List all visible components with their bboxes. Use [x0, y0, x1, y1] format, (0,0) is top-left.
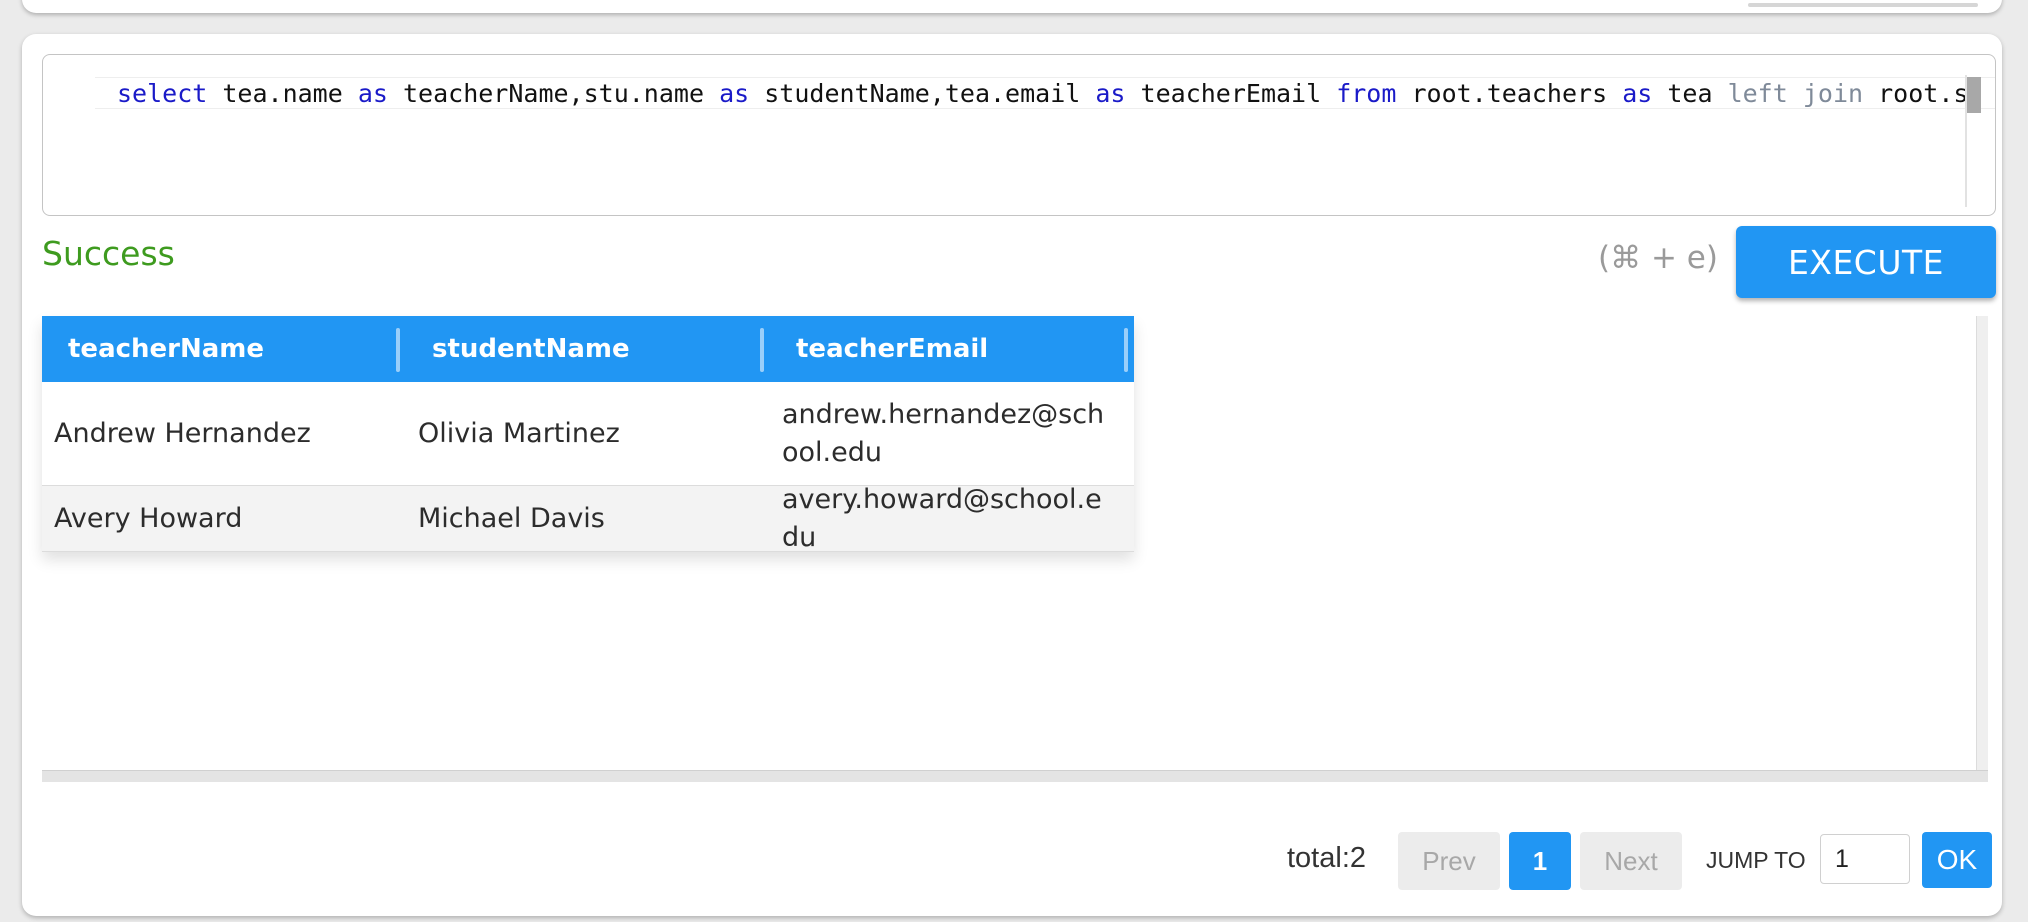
- table-cell: Avery Howard: [54, 502, 243, 534]
- execute-shortcut-hint: (⌘ + e): [1598, 240, 1718, 276]
- column-header-label: teacherName: [68, 334, 265, 364]
- previous-card-control: [1748, 3, 1978, 7]
- jump-to-page-input[interactable]: [1820, 834, 1910, 884]
- sql-keyword: left: [1727, 79, 1788, 108]
- sql-text: tea: [1652, 79, 1728, 108]
- column-header[interactable]: teacherEmail: [770, 316, 1134, 382]
- table-cell: andrew.hernandez@school.edu: [782, 398, 1105, 468]
- sql-keyword: as: [357, 79, 388, 108]
- sql-text: root.teachers: [1396, 79, 1623, 108]
- sql-keyword: as: [719, 79, 750, 108]
- table-row: Avery Howard Michael Davis avery.howard@…: [42, 483, 1134, 553]
- next-page-button[interactable]: Next: [1580, 832, 1682, 890]
- sql-text: teacherName,stu.name: [387, 79, 720, 108]
- table-cell: Andrew Hernandez: [54, 417, 311, 449]
- sql-keyword: as: [1622, 79, 1653, 108]
- sql-keyword: select: [117, 79, 208, 108]
- previous-card-edge: [22, 0, 2002, 13]
- sql-text: studentName,tea.email: [749, 79, 1096, 108]
- table-header: teacherName studentName teacherEmail: [42, 316, 1134, 382]
- page-number-button[interactable]: 1: [1509, 832, 1571, 890]
- sql-keyword: as: [1095, 79, 1126, 108]
- table-cell: Olivia Martinez: [418, 417, 620, 449]
- column-header-label: teacherEmail: [796, 334, 989, 364]
- sql-text: tea.name: [207, 79, 358, 108]
- execute-button[interactable]: EXECUTE: [1736, 226, 1996, 298]
- column-resize-handle[interactable]: [396, 328, 400, 372]
- results-vertical-scrollbar[interactable]: [1976, 316, 1988, 770]
- results-horizontal-scrollbar[interactable]: [42, 770, 1988, 782]
- sql-code[interactable]: select tea.name as teacherName,stu.name …: [117, 79, 1984, 109]
- results-panel: teacherName studentName teacherEmail And…: [42, 316, 1988, 782]
- jump-ok-button[interactable]: OK: [1922, 832, 1992, 888]
- query-card: select tea.name as teacherName,stu.name …: [22, 34, 2002, 916]
- column-resize-handle[interactable]: [760, 328, 764, 372]
- prev-page-button[interactable]: Prev: [1398, 832, 1500, 890]
- column-resize-handle[interactable]: [1124, 328, 1128, 372]
- status-message: Success: [42, 234, 175, 273]
- column-header-label: studentName: [432, 334, 630, 364]
- table-row: Andrew Hernandez Olivia Martinez andrew.…: [42, 382, 1134, 486]
- jump-to-label: JUMP TO: [1706, 847, 1806, 873]
- editor-scrollbar-thumb[interactable]: [1967, 77, 1981, 113]
- table-cell: avery.howard@school.edu: [782, 483, 1102, 553]
- sql-keyword: from: [1336, 79, 1397, 108]
- sql-keyword: join: [1802, 79, 1864, 108]
- sql-editor[interactable]: select tea.name as teacherName,stu.name …: [42, 54, 1996, 216]
- table-cell: Michael Davis: [418, 502, 605, 534]
- total-count: total:2: [1287, 842, 1366, 874]
- column-header[interactable]: studentName: [406, 316, 770, 382]
- results-table: teacherName studentName teacherEmail And…: [42, 316, 1134, 553]
- sql-text: teacherEmail: [1125, 79, 1337, 108]
- column-header[interactable]: teacherName: [42, 316, 406, 382]
